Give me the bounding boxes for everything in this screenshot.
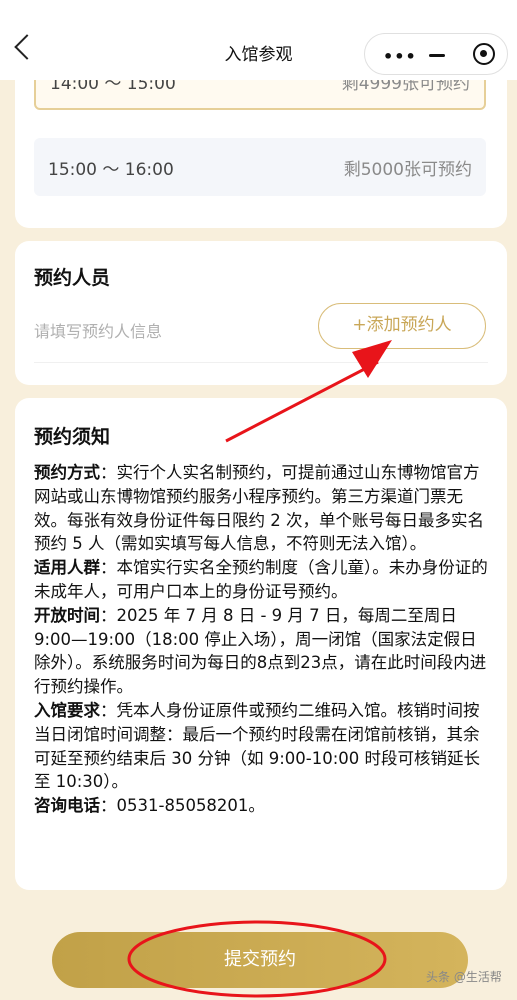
watermark: 头条 @生活帮	[426, 970, 502, 984]
visitor-placeholder: 请填写预约人信息	[34, 322, 163, 341]
notice-item: 咨询电话：0531-85058201。	[34, 794, 492, 818]
notice-item: 入馆要求：凭本人身份证原件或预约二维码入馆。核销时间按当日闭馆时间调整：最后一个…	[34, 699, 492, 794]
notice-item-text: ：0531-85058201。	[100, 796, 265, 816]
notice-heading: 预约须知	[34, 426, 111, 448]
divider	[34, 362, 488, 363]
notice-item-text: ：实行个人实名制预约，可提前通过山东博物馆官方网站或山东博物馆预约服务小程序预约…	[34, 463, 484, 554]
time-slot-option[interactable]: 15:00 ～ 16:00 剩5000张可预约	[34, 138, 486, 196]
time-slot-remaining: 剩5000张可预约	[343, 159, 472, 180]
more-icon[interactable]: •••	[383, 47, 417, 66]
notice-item: 开放时间：2025 年 7 月 8 日 - 9 月 7 日，每周二至周日 9:0…	[34, 604, 492, 699]
notice-item-label: 入馆要求	[34, 700, 100, 720]
notice-item-text: ：本馆实行实名全预约制度（含儿童）。未办身份证的未成年人，可用户口本上的身份证号…	[34, 558, 488, 601]
navigation-bar: 入馆参观 •••	[0, 0, 517, 80]
notice-card: 预约须知 预约方式：实行个人实名制预约，可提前通过山东博物馆官方网站或山东博物馆…	[15, 398, 507, 890]
notice-item-label: 适用人群	[34, 558, 100, 578]
visitor-card: 预约人员 请填写预约人信息 +添加预约人	[15, 241, 507, 385]
notice-item: 预约方式：实行个人实名制预约，可提前通过山东博物馆官方网站或山东博物馆预约服务小…	[34, 461, 492, 556]
time-slot-card: 14:00 ～ 15:00 剩4999张可预约 15:00 ～ 16:00 剩5…	[15, 60, 507, 228]
add-visitor-button[interactable]: +添加预约人	[318, 303, 486, 349]
submit-reservation-button[interactable]: 提交预约	[52, 932, 468, 988]
notice-item-label: 开放时间	[34, 605, 100, 625]
notice-item-label: 咨询电话	[34, 796, 100, 816]
notice-body: 预约方式：实行个人实名制预约，可提前通过山东博物馆官方网站或山东博物馆预约服务小…	[34, 461, 492, 818]
visitor-heading: 预约人员	[34, 267, 111, 289]
notice-item-text: ：2025 年 7 月 8 日 - 9 月 7 日，每周二至周日 9:00—19…	[34, 605, 487, 697]
minimize-icon[interactable]	[429, 54, 445, 57]
mini-program-capsule: •••	[364, 33, 508, 75]
notice-item-text: ：凭本人身份证原件或预约二维码入馆。核销时间按当日闭馆时间调整：最后一个预约时段…	[34, 700, 481, 792]
time-slot-time: 15:00 ～ 16:00	[48, 159, 174, 180]
notice-item: 适用人群：本馆实行实名全预约制度（含儿童）。未办身份证的未成年人，可用户口本上的…	[34, 556, 492, 604]
notice-item-label: 预约方式	[34, 463, 100, 482]
close-target-icon[interactable]	[473, 43, 495, 65]
